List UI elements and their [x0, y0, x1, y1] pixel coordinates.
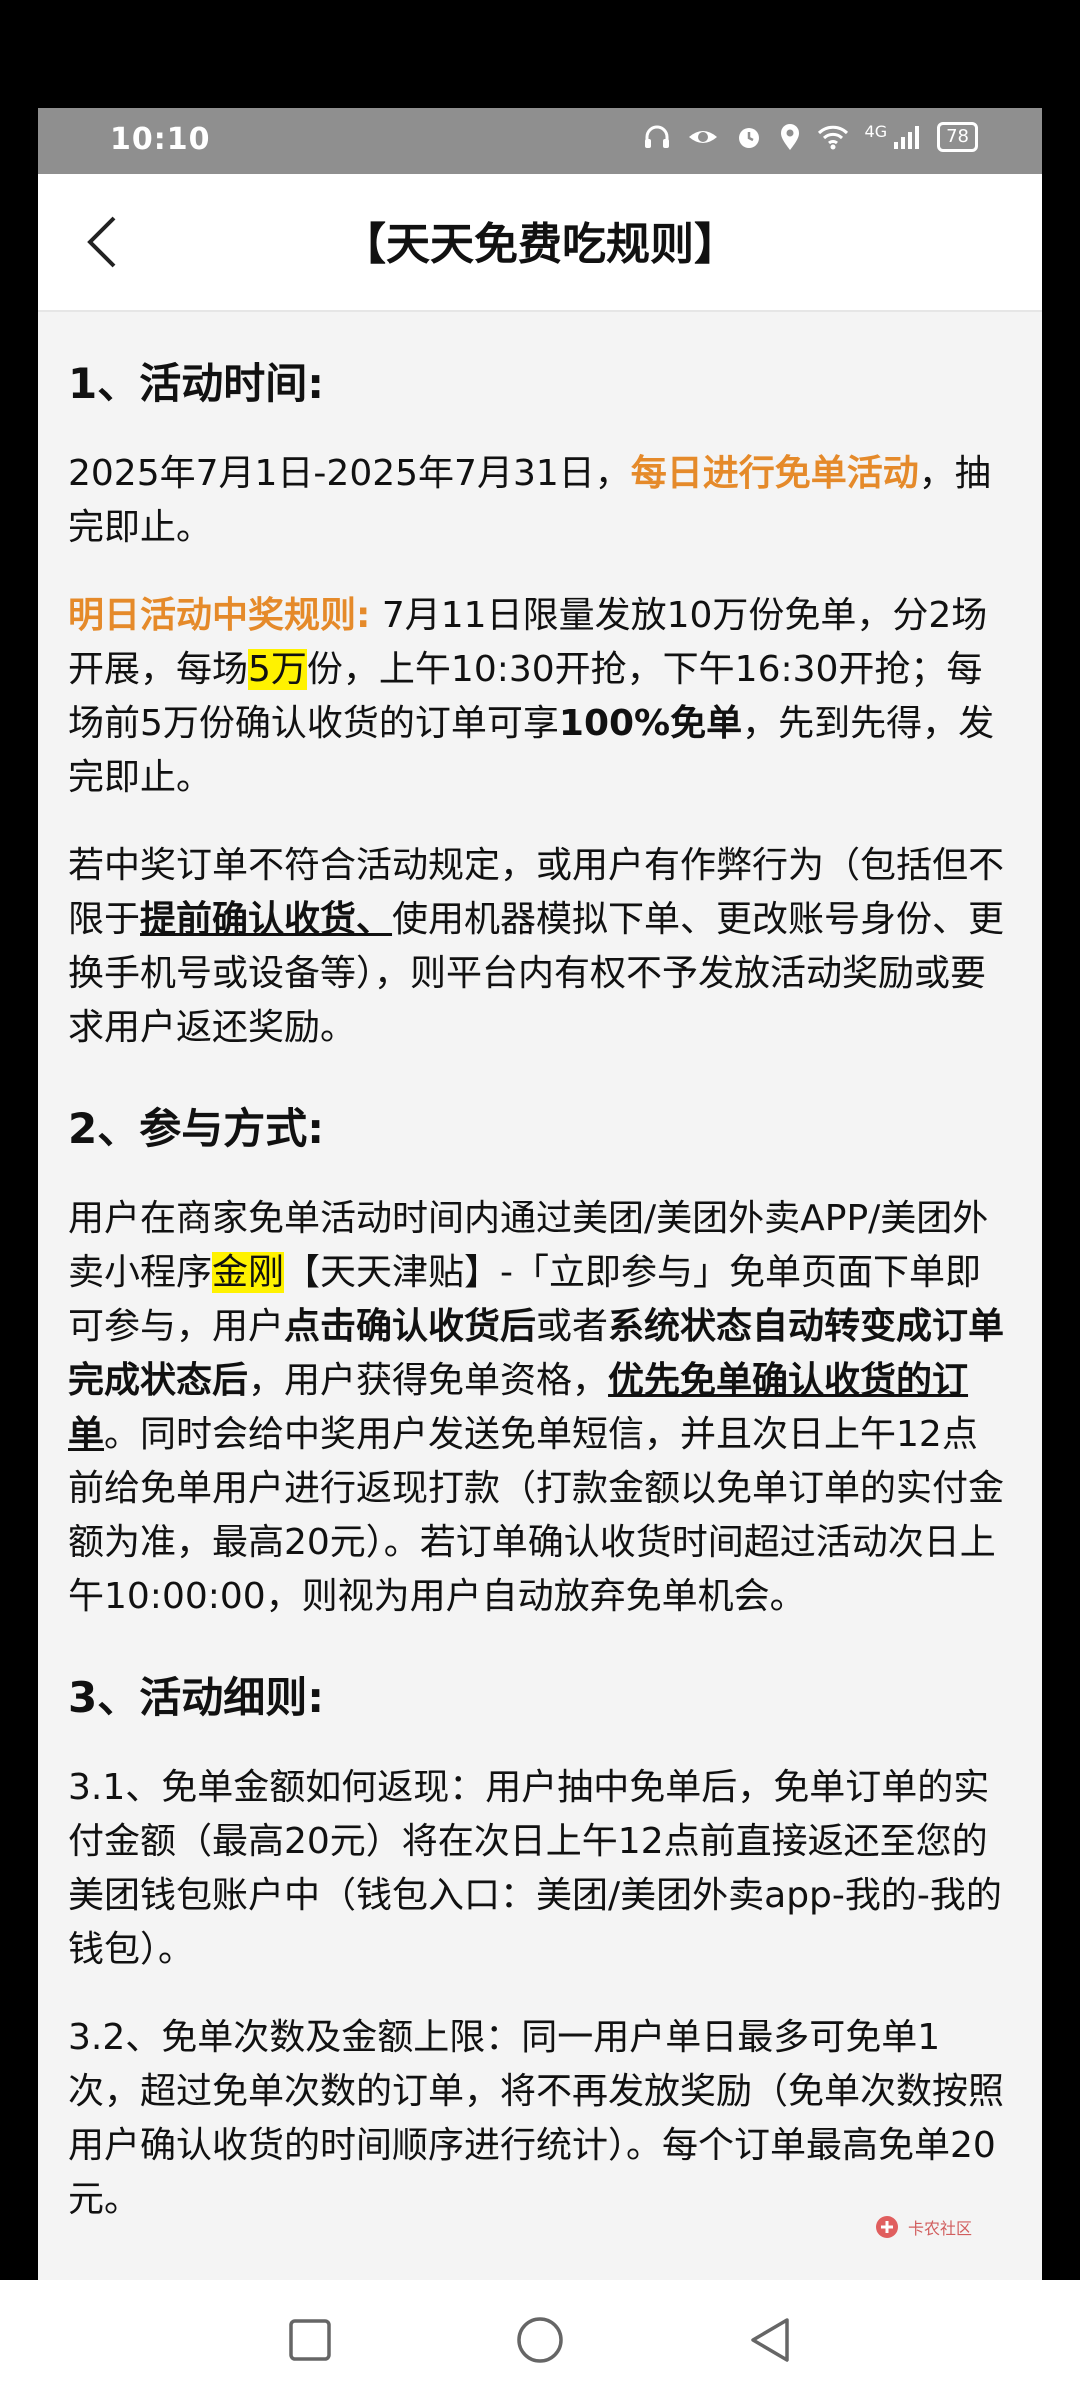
watermark: 卡农社区 [874, 2214, 972, 2240]
app-screen: 10:10 4G 78 【天天免费吃规则】 1、活动时间: 2025年7月1日-… [38, 108, 1042, 2280]
battery-indicator: 78 [937, 122, 978, 152]
home-circle-icon [517, 2317, 563, 2363]
recents-square-icon [289, 2319, 331, 2361]
section-title-time: 1、活动时间: [68, 359, 325, 408]
status-time: 10:10 [110, 122, 211, 157]
headphones-icon [644, 125, 669, 148]
status-bar: 10:10 4G 78 [38, 108, 1042, 174]
page-title: 【天天免费吃规则】 [342, 219, 738, 270]
back-triangle-icon [751, 2318, 789, 2362]
section-title-participation: 2、参与方式: [68, 1104, 325, 1153]
text: 2025年7月1日-2025年7月31日， [68, 453, 631, 494]
watermark-logo-icon [875, 2216, 898, 2238]
early-confirm-underline: 提前确认收货、 [140, 899, 393, 940]
network-label: 4G [864, 121, 888, 141]
tomorrow-rules-paragraph: 明日活动中奖规则: 7月11日限量发放10万份免单，分2场开展，每场5万份，上午… [68, 589, 1012, 805]
status-icons: 4G 78 [643, 122, 978, 152]
quota-highlight: 5万 [248, 649, 307, 690]
location-icon [780, 124, 799, 150]
confirm-receipt-bold: 点击确认收货后 [284, 1306, 537, 1347]
text: 或者 [536, 1306, 609, 1347]
wifi-icon [817, 125, 848, 150]
text: ，用户获得免单资格， [248, 1360, 609, 1401]
system-nav-bar [0, 2280, 1080, 2400]
detail-3-2-paragraph: 3.2、免单次数及金额上限：同一用户单日最多可免单1次，超过免单次数的订单，将不… [68, 2017, 1005, 2220]
signal-icon [894, 126, 920, 149]
eye-icon [688, 131, 717, 143]
activity-period-paragraph: 2025年7月1日-2025年7月31日，每日进行免单活动，抽完即止。 [68, 447, 1012, 555]
recents-button[interactable] [280, 2310, 340, 2370]
full-free-bold: 100%免单 [558, 703, 743, 744]
violation-paragraph: 若中奖订单不符合活动规定，或用户有作弊行为（包括但不限于提前确认收货、使用机器模… [68, 839, 1012, 1055]
section-title-details: 3、活动细则: [68, 1673, 325, 1722]
watermark-text: 卡农社区 [907, 2219, 972, 2238]
top-bar: 【天天免费吃规则】 [38, 174, 1042, 312]
alarm-icon [738, 128, 759, 148]
jingang-highlight: 金刚 [212, 1252, 285, 1293]
participation-paragraph: 用户在商家免单活动时间内通过美团/美团外卖APP/美团外卖小程序金刚【天天津贴】… [68, 1192, 1012, 1624]
back-nav-button[interactable] [740, 2310, 800, 2370]
daily-free-highlight: 每日进行免单活动 [630, 453, 919, 494]
tomorrow-rules-label: 明日活动中奖规则: [68, 595, 371, 636]
text: 。同时会给中奖用户发送免单短信，并且次日上午12点前给免单用户进行返现打款（打款… [68, 1414, 1005, 1617]
home-button[interactable] [510, 2310, 570, 2370]
detail-3-1-paragraph: 3.1、免单金额如何返现：用户抽中免单后，免单订单的实付金额（最高20元）将在次… [68, 1767, 1002, 1970]
rules-content: 1、活动时间: 2025年7月1日-2025年7月31日，每日进行免单活动，抽完… [38, 310, 1042, 2280]
